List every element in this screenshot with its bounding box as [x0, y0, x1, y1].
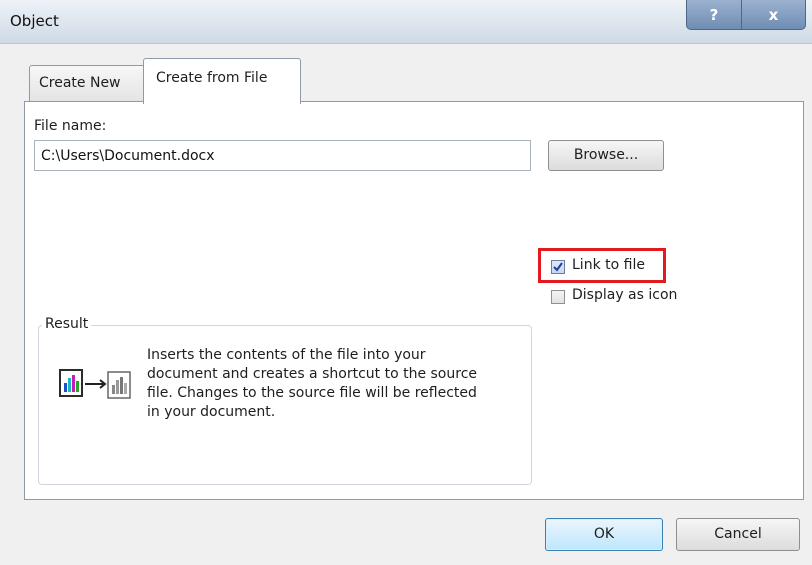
browse-label: Browse...: [573, 147, 639, 163]
tab-label: Create from File: [156, 70, 268, 86]
help-icon: ?: [709, 6, 719, 24]
help-button[interactable]: ?: [686, 0, 742, 30]
cancel-label: Cancel: [714, 526, 762, 542]
title-bar: Object ? x: [0, 0, 812, 44]
browse-button[interactable]: Browse...: [548, 140, 664, 171]
result-line: document and creates a shortcut to the s…: [147, 366, 477, 382]
result-line: file. Changes to the source file will be…: [147, 385, 477, 401]
tab-create-new[interactable]: Create New: [29, 65, 145, 101]
display-as-icon-label[interactable]: Display as icon: [572, 287, 677, 303]
result-description: Inserts the contents of the file into yo…: [147, 346, 527, 422]
ok-button[interactable]: OK: [545, 518, 663, 551]
result-legend: Result: [42, 316, 92, 332]
tab-create-from-file[interactable]: Create from File: [143, 58, 301, 104]
window-title: Object: [10, 12, 59, 30]
display-as-icon-checkbox[interactable]: [551, 290, 565, 304]
tab-label: Create New: [39, 75, 121, 91]
close-icon: x: [768, 6, 779, 24]
close-button[interactable]: x: [742, 0, 806, 30]
ok-label: OK: [593, 526, 615, 542]
link-to-file-highlight: [538, 248, 666, 283]
cancel-button[interactable]: Cancel: [676, 518, 800, 551]
link-result-icon: [59, 369, 131, 399]
result-line: Inserts the contents of the file into yo…: [147, 347, 426, 363]
file-name-label: File name:: [34, 118, 107, 134]
result-line: in your document.: [147, 404, 276, 420]
file-name-input[interactable]: [34, 140, 531, 171]
